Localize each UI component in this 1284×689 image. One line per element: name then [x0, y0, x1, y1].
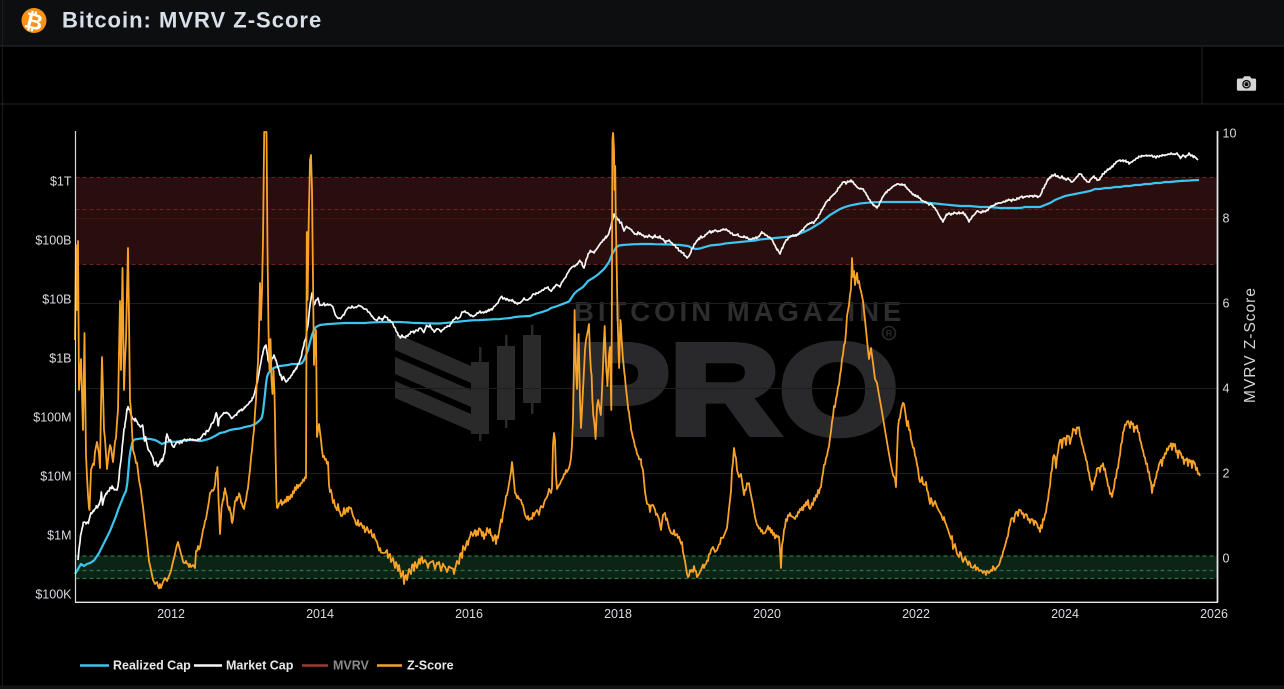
- svg-text:2026: 2026: [1200, 607, 1228, 621]
- svg-text:2016: 2016: [455, 607, 483, 621]
- svg-text:$100M: $100M: [33, 411, 71, 425]
- svg-text:R: R: [886, 329, 893, 339]
- svg-text:2: 2: [1223, 467, 1230, 481]
- svg-text:Bitcoin: MVRV Z-Score: Bitcoin: MVRV Z-Score: [62, 8, 322, 33]
- svg-text:4: 4: [1223, 382, 1230, 396]
- svg-text:2020: 2020: [753, 607, 781, 621]
- svg-text:$1B: $1B: [49, 352, 71, 366]
- svg-text:8: 8: [1223, 212, 1230, 226]
- svg-text:$1T: $1T: [50, 175, 72, 189]
- svg-text:MVRV: MVRV: [333, 659, 370, 673]
- svg-text:2022: 2022: [902, 607, 930, 621]
- svg-text:Realized Cap: Realized Cap: [113, 659, 191, 673]
- svg-text:0: 0: [1223, 552, 1230, 566]
- svg-text:$100K: $100K: [35, 588, 72, 602]
- svg-text:2018: 2018: [604, 607, 632, 621]
- svg-text:2012: 2012: [157, 607, 185, 621]
- svg-text:$10B: $10B: [42, 293, 71, 307]
- svg-text:MVRV Z-Score: MVRV Z-Score: [1242, 287, 1259, 403]
- svg-text:10: 10: [1223, 127, 1237, 141]
- svg-text:Market Cap: Market Cap: [226, 659, 294, 673]
- svg-text:$1M: $1M: [47, 529, 71, 543]
- svg-text:6: 6: [1223, 297, 1230, 311]
- svg-text:Z-Score: Z-Score: [407, 659, 454, 673]
- svg-text:$10M: $10M: [40, 470, 71, 484]
- svg-text:$100B: $100B: [35, 234, 71, 248]
- svg-text:2014: 2014: [306, 607, 334, 621]
- svg-text:2024: 2024: [1051, 607, 1079, 621]
